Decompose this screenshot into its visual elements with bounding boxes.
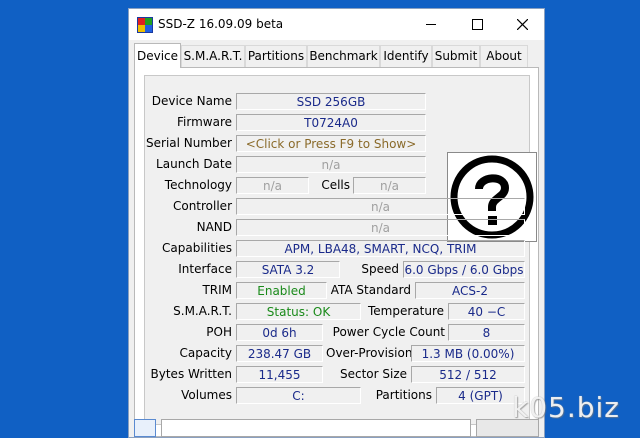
capabilities-field: APM, LBA48, SMART, NCQ, TRIM — [236, 240, 525, 257]
cells-label: Cells — [321, 178, 350, 192]
nand-label: NAND — [196, 220, 232, 234]
status-bar — [134, 417, 539, 437]
partitions-label: Partitions — [375, 388, 432, 402]
device-panel: Device Name SSD 256GB Firmware T0724A0 S… — [134, 67, 539, 437]
trim-field: Enabled — [236, 282, 327, 299]
device-info-group: Device Name SSD 256GB Firmware T0724A0 S… — [144, 75, 537, 425]
interface-label: Interface — [178, 262, 232, 276]
capacity-field: 238.47 GB — [236, 345, 323, 362]
tab-benchmark[interactable]: Benchmark — [307, 45, 380, 67]
maximize-button[interactable] — [454, 9, 500, 40]
smart-status-field: Status: OK — [236, 303, 361, 320]
power-cycle-count-field: 8 — [448, 324, 525, 341]
tab-partitions[interactable]: Partitions — [245, 45, 307, 67]
drive-select[interactable] — [161, 419, 471, 437]
close-button[interactable] — [499, 9, 545, 40]
poh-field: 0d 6h — [236, 324, 323, 341]
temperature-label: Temperature — [367, 304, 444, 318]
over-provision-field: 1.3 MB (0.00%) — [411, 345, 525, 362]
speed-field: 6.0 Gbps / 6.0 Gbps — [403, 261, 525, 278]
nand-field: n/a — [236, 219, 525, 236]
volumes-label: Volumes — [181, 388, 232, 402]
device-name-label: Device Name — [151, 94, 232, 108]
speed-label: Speed — [361, 262, 399, 276]
launch-date-field: n/a — [236, 156, 426, 173]
controller-field: n/a — [236, 198, 525, 215]
minimize-icon — [425, 24, 436, 25]
volumes-field: C: — [236, 387, 361, 404]
ata-standard-field: ACS-2 — [415, 282, 525, 299]
bytes-written-field: 11,455 — [236, 366, 323, 383]
tab-identify[interactable]: Identify — [380, 45, 432, 67]
poh-label: POH — [206, 325, 232, 339]
capacity-label: Capacity — [179, 346, 232, 360]
interface-field: SATA 3.2 — [236, 261, 340, 278]
cells-field: n/a — [353, 177, 426, 194]
screenshot-button[interactable] — [134, 419, 156, 437]
sector-size-field: 512 / 512 — [411, 366, 525, 383]
serial-number-label: Serial Number — [146, 136, 232, 150]
technology-field: n/a — [236, 177, 309, 194]
window-title: SSD-Z 16.09.09 beta — [158, 17, 284, 31]
tab-submit[interactable]: Submit — [432, 45, 480, 67]
app-icon — [137, 17, 153, 33]
temperature-field: 40 −C — [448, 303, 525, 320]
maximize-icon — [471, 19, 483, 30]
tab-device[interactable]: Device — [134, 43, 181, 68]
serial-number-field[interactable]: <Click or Press F9 to Show> — [236, 135, 426, 152]
power-cycle-count-label: Power Cycle Count — [332, 325, 445, 339]
tab-smart[interactable]: S.M.A.R.T. — [181, 45, 245, 67]
firmware-label: Firmware — [177, 115, 232, 129]
capabilities-label: Capabilities — [162, 241, 232, 255]
over-provision-label: Over-Provision — [326, 346, 413, 360]
trim-label: TRIM — [202, 283, 232, 297]
technology-label: Technology — [164, 178, 232, 192]
title-bar[interactable]: SSD-Z 16.09.09 beta — [129, 9, 544, 40]
launch-date-label: Launch Date — [156, 157, 232, 171]
close-icon — [516, 19, 528, 30]
ata-standard-label: ATA Standard — [330, 283, 411, 297]
watermark-text: k05.biz — [512, 391, 620, 424]
sector-size-label: Sector Size — [339, 367, 407, 381]
minimize-button[interactable] — [408, 9, 454, 40]
smart-label: S.M.A.R.T. — [173, 304, 232, 318]
device-name-field: SSD 256GB — [236, 93, 426, 110]
firmware-field: T0724A0 — [236, 114, 426, 131]
bytes-written-label: Bytes Written — [150, 367, 232, 381]
controller-label: Controller — [172, 199, 232, 213]
app-window: SSD-Z 16.09.09 beta Device S.M.A.R.T. Pa… — [128, 8, 545, 438]
tab-about[interactable]: About — [480, 45, 528, 67]
